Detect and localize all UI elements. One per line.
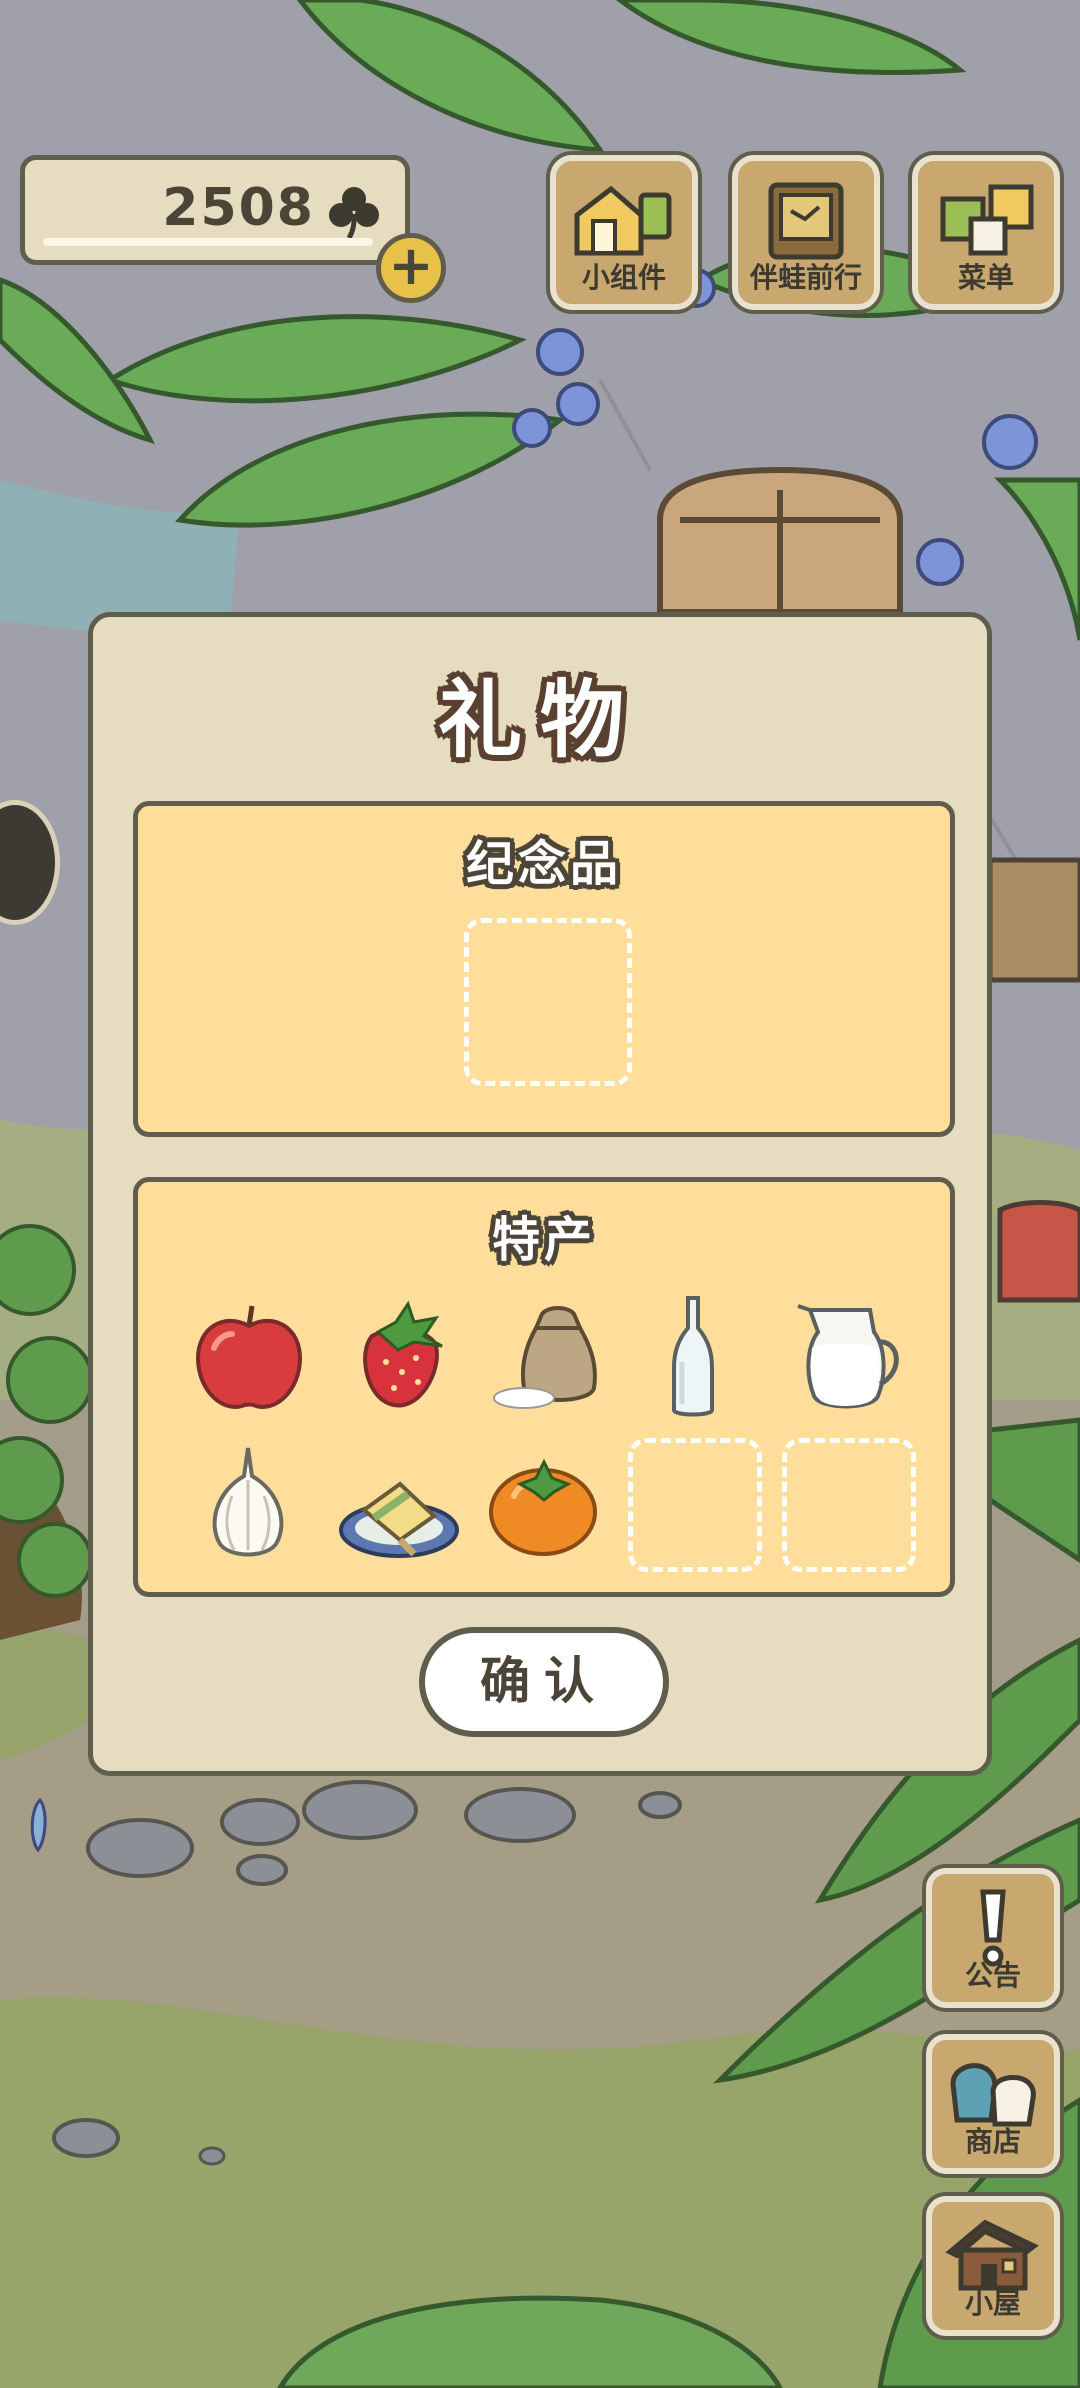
dialog-title: 礼物 (437, 671, 642, 769)
glass-bottle-icon (672, 1296, 714, 1417)
menu-button-label: 菜单 (957, 261, 1014, 294)
empty-specialty-slot[interactable] (782, 1438, 916, 1572)
menu-button[interactable]: 菜单 (912, 155, 1060, 310)
souvenir-panel: 纪念品 (133, 801, 955, 1137)
clover-counter: 2508 (20, 155, 410, 265)
rice-sack-item[interactable] (484, 1292, 614, 1422)
apple-icon (195, 1305, 303, 1409)
popsicle-plate-item[interactable] (334, 1440, 464, 1570)
strawberry-icon (363, 1300, 443, 1408)
popsicle-plate-icon (339, 1481, 459, 1558)
shop-bags-icon (950, 2063, 1036, 2127)
shop-button-label: 商店 (964, 2125, 1021, 2158)
persimmon-icon (489, 1458, 597, 1556)
garlic-icon (212, 1447, 284, 1557)
journey-button[interactable]: 伴蛙前行 (732, 155, 880, 310)
apple-item[interactable] (184, 1292, 314, 1422)
souvenir-title: 纪念品 (465, 836, 622, 892)
specialty-panel: 特产 (133, 1177, 955, 1597)
widget-button[interactable]: 小组件 (550, 155, 698, 310)
house-icon (945, 2219, 1039, 2291)
milk-jug-icon (797, 1304, 899, 1409)
strawberry-item[interactable] (338, 1292, 468, 1422)
empty-specialty-slot[interactable] (628, 1438, 762, 1572)
garlic-item[interactable] (184, 1440, 314, 1570)
journal-icon (768, 182, 844, 260)
confirm-button[interactable]: 确认 (419, 1627, 669, 1737)
house-button[interactable]: 小屋 (926, 2196, 1060, 2336)
widget-icon (574, 185, 672, 256)
glass-bottle-item[interactable] (628, 1292, 758, 1422)
specialty-title: 特产 (491, 1212, 596, 1268)
rice-sack-icon (493, 1306, 597, 1409)
clover-bar (43, 238, 373, 246)
clover-icon (329, 187, 379, 240)
shop-button[interactable]: 商店 (926, 2034, 1060, 2174)
persimmon-item[interactable] (478, 1440, 608, 1570)
notice-button-label: 公告 (964, 1959, 1021, 1992)
clover-count: 2508 (162, 178, 315, 238)
notice-button[interactable]: 公告 (926, 1868, 1060, 2008)
widget-button-label: 小组件 (581, 261, 666, 294)
house-button-label: 小屋 (964, 2287, 1021, 2320)
add-clover-button[interactable]: + (376, 233, 446, 303)
gift-dialog: 礼物 纪念品 特产 确认 (88, 612, 992, 1776)
menu-icon (940, 184, 1034, 256)
souvenir-slot[interactable] (464, 918, 632, 1086)
milk-jug-item[interactable] (782, 1292, 912, 1422)
journey-button-label: 伴蛙前行 (749, 261, 862, 294)
